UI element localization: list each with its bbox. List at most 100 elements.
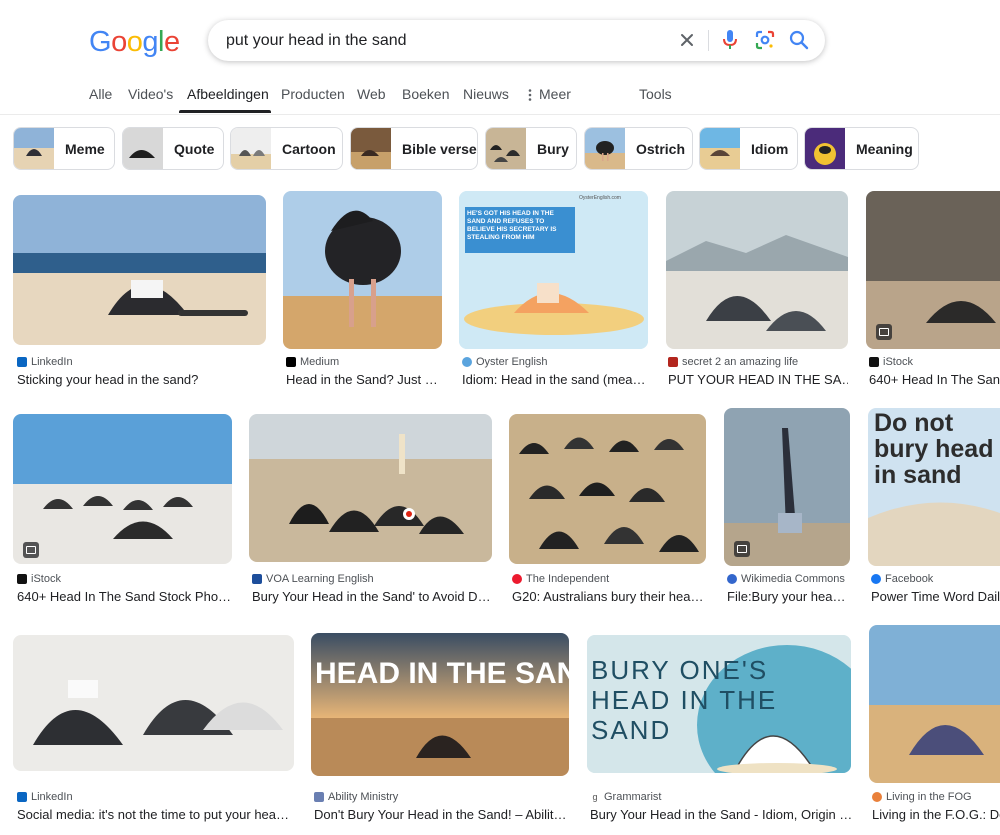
result-title[interactable]: Social media: it's not the time to put y… [17,807,294,822]
chip-idiom-thumbnail [700,128,740,169]
source-name: Oyster English [476,356,548,368]
chip-label: Meme [65,140,105,157]
chip-quote[interactable]: Quote [122,127,224,170]
linkedin-icon [17,792,27,802]
image-caption: HE'S GOT HIS HEAD IN THE SAND AND REFUSE… [467,210,557,241]
result-card[interactable]: iStock 640+ Head In The Sand [866,191,1000,391]
result-source: LinkedIn [17,356,73,368]
result-title[interactable]: Power Time Word Daily [871,589,1000,604]
result-thumbnail[interactable] [13,635,294,771]
result-title[interactable]: PUT YOUR HEAD IN THE SA… [668,372,848,387]
chip-label: Idiom [751,140,789,157]
result-title[interactable]: Bury Your Head in the Sand - Idiom, Orig… [590,807,852,822]
result-title[interactable]: Idiom: Head in the sand (mea… [462,372,648,387]
result-thumbnail[interactable] [866,191,1000,349]
result-source: Medium [286,356,339,368]
result-title[interactable]: 640+ Head In The Sand Stock Pho… [17,589,232,604]
result-source: Living in the FOG [872,791,972,803]
result-thumbnail[interactable] [509,414,706,564]
lens-icon[interactable] [754,29,776,51]
medium-icon [286,357,296,367]
tools-button[interactable]: Tools [639,86,672,114]
result-thumbnail[interactable] [724,408,850,566]
chip-meaning-thumbnail [805,128,845,169]
result-thumbnail[interactable] [249,414,492,562]
result-title[interactable]: Living in the F.O.G.: Do [872,807,1000,822]
result-title[interactable]: 640+ Head In The Sand [869,372,1000,387]
result-card[interactable]: Do not bury head in sand Facebook Power … [868,408,1000,608]
result-card[interactable]: iStock 640+ Head In The Sand Stock Pho… [13,408,232,608]
chip-label: Ostrich [636,140,686,157]
chip-ostrich-thumbnail [585,128,625,169]
facebook-icon [871,574,881,584]
result-title[interactable]: File:Bury your hea… [727,589,851,604]
result-title[interactable]: Sticking your head in the sand? [17,372,266,387]
source-name: Ability Ministry [328,791,399,803]
search-input[interactable] [226,20,656,61]
result-card[interactable]: The Independent G20: Australians bury th… [509,408,707,608]
google-logo[interactable]: Google [89,26,180,59]
tab-videos[interactable]: Video's [128,86,173,114]
image-badge-icon [876,324,892,340]
chip-cartoon-thumbnail [231,128,271,169]
chip-idiom[interactable]: Idiom [699,127,798,170]
chip-quote-thumbnail [123,128,163,169]
tab-meer[interactable]: Meer [526,86,571,114]
result-thumbnail[interactable]: Do not bury head in sand [868,408,1000,566]
source-name: LinkedIn [31,791,73,803]
istock-icon [869,357,879,367]
tab-alle[interactable]: Alle [89,86,112,114]
tab-meer-label: Meer [539,86,571,102]
result-thumbnail[interactable] [666,191,848,349]
microphone-icon[interactable] [719,29,741,51]
result-source: The Independent [512,573,609,585]
living-fog-icon [872,792,882,802]
chip-label: Quote [174,140,215,157]
chip-meme[interactable]: Meme [13,127,115,170]
chip-cartoon[interactable]: Cartoon [230,127,343,170]
result-thumbnail[interactable] [13,195,266,345]
result-thumbnail[interactable]: HE'S GOT HIS HEAD IN THE SAND AND REFUSE… [459,191,648,349]
result-source: secret 2 an amazing life [668,356,798,368]
tab-nieuws[interactable]: Nieuws [463,86,509,114]
result-card[interactable]: BURY ONE'S HEAD IN THE SAND g Grammarist … [587,625,852,830]
voa-icon [252,574,262,584]
tab-web[interactable]: Web [357,86,386,114]
result-title[interactable]: Don't Bury Your Head in the Sand! – Abil… [314,807,570,822]
result-thumbnail[interactable]: HEAD IN THE SAND [311,633,569,776]
image-watermark: OysterEnglish.com [579,195,621,201]
tab-boeken[interactable]: Boeken [402,86,449,114]
result-card[interactable]: Living in the FOG Living in the F.O.G.: … [869,625,1000,830]
source-name: LinkedIn [31,356,73,368]
nav-divider [0,114,1000,115]
clear-icon[interactable] [676,29,698,51]
result-card[interactable]: VOA Learning English Bury Your Head in t… [249,408,492,608]
chip-meaning[interactable]: Meaning [804,127,919,170]
chip-ostrich[interactable]: Ostrich [584,127,693,170]
nav-tabs: Alle Video's Afbeeldingen Producten Web … [0,86,1000,116]
search-box [208,20,825,61]
result-thumbnail[interactable] [13,414,232,564]
result-card[interactable]: LinkedIn Sticking your head in the sand? [13,191,266,391]
result-title[interactable]: G20: Australians bury their hea… [512,589,707,604]
result-title[interactable]: Head in the Sand? Just … [286,372,441,387]
chip-label: Cartoon [282,140,336,157]
chip-bury[interactable]: Bury [485,127,577,170]
result-thumbnail[interactable] [283,191,442,349]
result-source: LinkedIn [17,791,73,803]
search-icon[interactable] [788,29,810,51]
result-card[interactable]: Medium Head in the Sand? Just … [283,191,443,391]
result-thumbnail[interactable]: BURY ONE'S HEAD IN THE SAND [587,635,851,773]
result-card[interactable]: HEAD IN THE SAND Ability Ministry Don't … [311,625,570,830]
result-thumbnail[interactable] [869,625,1000,783]
result-card[interactable]: HE'S GOT HIS HEAD IN THE SAND AND REFUSE… [459,191,648,391]
result-card[interactable]: Wikimedia Commons File:Bury your hea… [724,408,851,608]
result-title[interactable]: Bury Your Head in the Sand' to Avoid D… [252,589,492,604]
tab-producten[interactable]: Producten [281,86,345,114]
result-card[interactable]: secret 2 an amazing life PUT YOUR HEAD I… [666,191,848,391]
result-source: iStock [869,356,913,368]
chip-bible-verse[interactable]: Bible verse [350,127,478,170]
result-card[interactable]: LinkedIn Social media: it's not the time… [13,625,294,830]
blog-icon [668,357,678,367]
source-name: The Independent [526,573,610,585]
